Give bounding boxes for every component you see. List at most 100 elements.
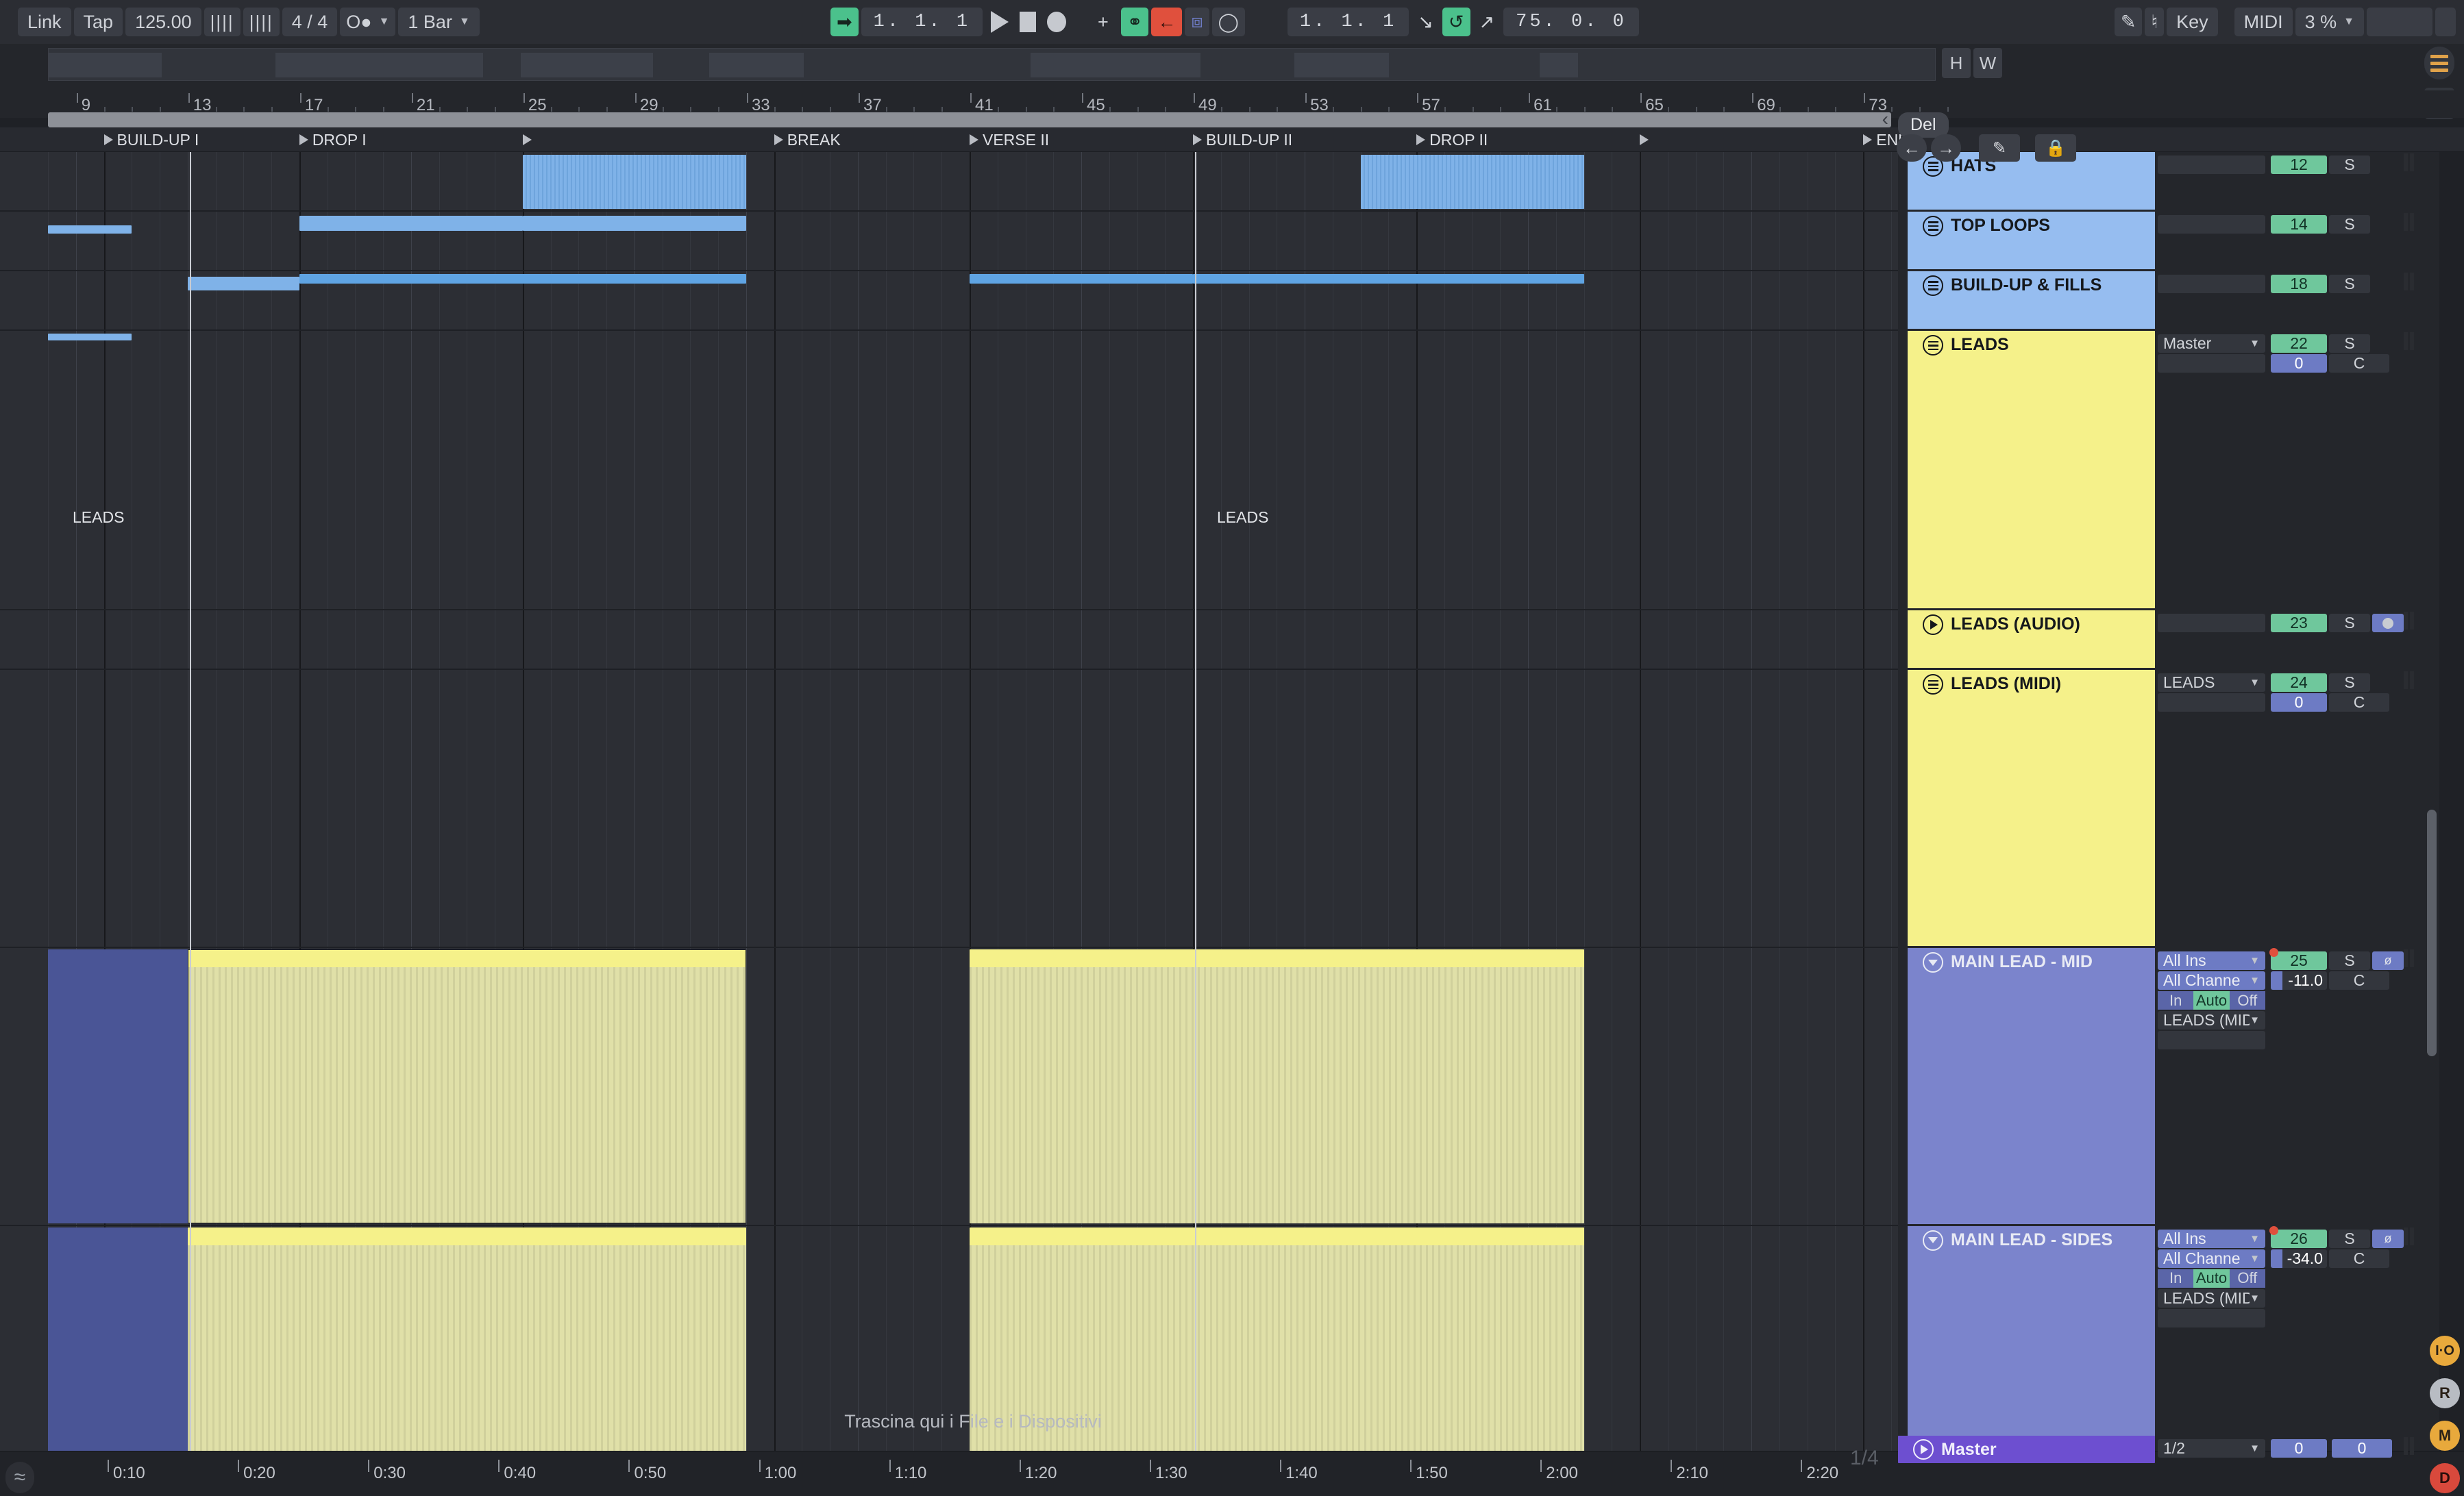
tempo-field[interactable]: 125.00	[125, 8, 201, 36]
clip[interactable]	[522, 155, 746, 210]
track-pan[interactable]: C	[2329, 1249, 2389, 1268]
loop-toggle-icon[interactable]: ↺	[1442, 8, 1470, 36]
track-volume[interactable]: 0	[2271, 693, 2327, 712]
clip[interactable]	[299, 216, 523, 232]
clip[interactable]	[970, 274, 1194, 284]
locator-marker[interactable]: BUILD-UP I	[103, 130, 199, 149]
midi-arm-icon[interactable]: ◯	[1211, 8, 1245, 36]
master-track-row[interactable]: Master 1/2 ▼ 0 0	[1898, 1436, 2439, 1463]
track-number[interactable]: 25	[2271, 951, 2327, 971]
monitor-in-button[interactable]: In	[2158, 1269, 2194, 1288]
master-track-name[interactable]: Master	[1898, 1436, 2155, 1463]
track-name-cell[interactable]: LEADS (MIDI)	[1908, 670, 2155, 947]
master-output-select[interactable]: 1/2 ▼	[2158, 1439, 2265, 1458]
locator-marker[interactable]	[1640, 130, 1653, 149]
track-pan[interactable]: C	[2329, 354, 2389, 373]
track-number[interactable]: 22	[2271, 334, 2327, 353]
overview-width-button[interactable]: W	[1973, 48, 2002, 78]
track-number[interactable]: 26	[2271, 1229, 2327, 1248]
track-name-cell[interactable]: MAIN LEAD - MID	[1908, 948, 2155, 1224]
track-number[interactable]: 14	[2271, 215, 2327, 234]
computer-midi-keyboard-icon[interactable]: ♮	[2145, 8, 2165, 36]
track-list[interactable]: HATS 12 S TOP LOOPS 14 S BUILD-UP & FILLS 18 S LE…	[1898, 152, 2439, 1451]
arrangement-record-icon[interactable]: ➡	[830, 8, 859, 36]
clip[interactable]	[1193, 274, 1584, 284]
overview-minimap[interactable]	[48, 48, 1936, 81]
solo-button[interactable]: S	[2329, 275, 2370, 294]
solo-button[interactable]: S	[2329, 155, 2370, 174]
follow-icon[interactable]: O● ▼	[340, 8, 396, 36]
track-number[interactable]: 23	[2271, 614, 2327, 633]
master-volume[interactable]: 0	[2271, 1439, 2327, 1458]
play-button[interactable]	[991, 11, 1009, 33]
track-output-select[interactable]	[2158, 155, 2265, 174]
monitor-auto-button[interactable]: Auto	[2193, 991, 2230, 1010]
arrangement-position[interactable]: 1. 1. 1	[861, 8, 983, 36]
track-name-cell[interactable]: MAIN LEAD - SIDES	[1908, 1225, 2155, 1451]
track-output-select[interactable]: LEADS (MIDI)▼	[2158, 1288, 2265, 1308]
clip[interactable]	[48, 334, 132, 341]
track-number[interactable]: 18	[2271, 275, 2327, 294]
monitor-selector[interactable]: In Auto Off	[2158, 991, 2265, 1010]
master-pan[interactable]: 0	[2332, 1439, 2392, 1458]
solo-button[interactable]: S	[2329, 215, 2370, 234]
clip[interactable]	[187, 277, 299, 291]
track-row[interactable]: LEADS (MIDI) LEADS ▼ 24 S 0 C	[1898, 670, 2439, 948]
arrow-right-icon[interactable]: →	[1931, 134, 1961, 162]
solo-button[interactable]: S	[2329, 1229, 2370, 1248]
punch-out-icon[interactable]: ↗	[1473, 8, 1501, 36]
track-input-select[interactable]: All Ins ▼	[2158, 1229, 2265, 1248]
arrangement-canvas[interactable]: LEADS LEADS	[0, 152, 1898, 1451]
pencil-icon[interactable]: ✎	[2114, 8, 2143, 36]
track-input-channel-select[interactable]: All Channe ▼	[2158, 1249, 2265, 1268]
track-row[interactable]: MAIN LEAD - SIDES All Ins ▼ All Channe ▼ In Au…	[1898, 1225, 2439, 1451]
track-number[interactable]: 12	[2271, 155, 2327, 174]
locator-marker[interactable]: DROP I	[299, 130, 367, 149]
clip[interactable]	[48, 949, 188, 1223]
track-output-select[interactable]: Master ▼	[2158, 334, 2265, 353]
loop-start-field[interactable]: 1. 1. 1	[1287, 8, 1409, 36]
track-output-channel-select[interactable]	[2158, 354, 2265, 373]
track-number[interactable]: 24	[2271, 673, 2327, 693]
metronome-icon[interactable]: ||||	[204, 8, 241, 36]
record-button[interactable]	[1047, 12, 1067, 32]
track-pan[interactable]: C	[2329, 693, 2389, 712]
solo-button[interactable]: S	[2329, 614, 2370, 633]
locator-lane[interactable]: BUILD-UP I DROP I BREAK VERSE II BUILD-UP II…	[0, 127, 2464, 152]
locator-marker[interactable]: VERSE II	[970, 130, 1049, 149]
clip[interactable]	[299, 274, 746, 284]
locator-marker[interactable]	[522, 130, 536, 149]
track-output-select[interactable]	[2158, 275, 2265, 294]
link-button[interactable]: Link	[18, 8, 71, 36]
key-map-button[interactable]: Key	[2167, 8, 2218, 36]
track-output-channel-select[interactable]	[2158, 1308, 2265, 1327]
track-pan[interactable]: C	[2329, 971, 2389, 990]
loop-length-field[interactable]: 75. 0. 0	[1503, 8, 1639, 36]
track-output-channel-select[interactable]	[2158, 693, 2265, 712]
cpu-meter[interactable]: 3 % ▼	[2295, 8, 2364, 36]
clip[interactable]	[1360, 155, 1584, 210]
arm-record-button[interactable]	[2372, 614, 2404, 633]
midi-map-button[interactable]: MIDI	[2234, 8, 2293, 36]
horizontal-scrollbar[interactable]	[48, 108, 1891, 130]
arrow-left-icon[interactable]: ←	[1897, 134, 1927, 162]
io-badge[interactable]: I·O	[2430, 1336, 2460, 1366]
automation-arm-icon[interactable]: ⚭	[1120, 8, 1149, 36]
drop-zone[interactable]: Trascina qui i File e i Dispositivi	[48, 1397, 1898, 1445]
pencil-tool-icon[interactable]: ✎	[1979, 134, 2020, 162]
track-output-channel-select[interactable]	[2158, 1031, 2265, 1050]
punch-in-icon[interactable]: ↘	[1412, 8, 1440, 36]
track-row[interactable]: BUILD-UP & FILLS 18 S	[1898, 271, 2439, 331]
nudge-icon[interactable]: ||||	[243, 8, 280, 36]
track-output-select[interactable]: LEADS (MIDI)▼	[2158, 1011, 2265, 1030]
track-row[interactable]: LEADS (AUDIO) 23 S	[1898, 610, 2439, 670]
solo-button[interactable]: S	[2329, 951, 2370, 971]
r-badge[interactable]: R	[2430, 1378, 2460, 1408]
track-output-select[interactable]	[2158, 614, 2265, 633]
clip[interactable]	[522, 216, 746, 232]
track-row[interactable]: MAIN LEAD - MID All Ins ▼ All Channe ▼ In Auto…	[1898, 948, 2439, 1226]
monitor-selector[interactable]: In Auto Off	[2158, 1269, 2265, 1288]
track-output-select[interactable]	[2158, 215, 2265, 234]
track-name-cell[interactable]: BUILD-UP & FILLS	[1908, 271, 2155, 329]
track-row[interactable]: LEADS Master ▼ 22 S 0 C	[1898, 331, 2439, 610]
